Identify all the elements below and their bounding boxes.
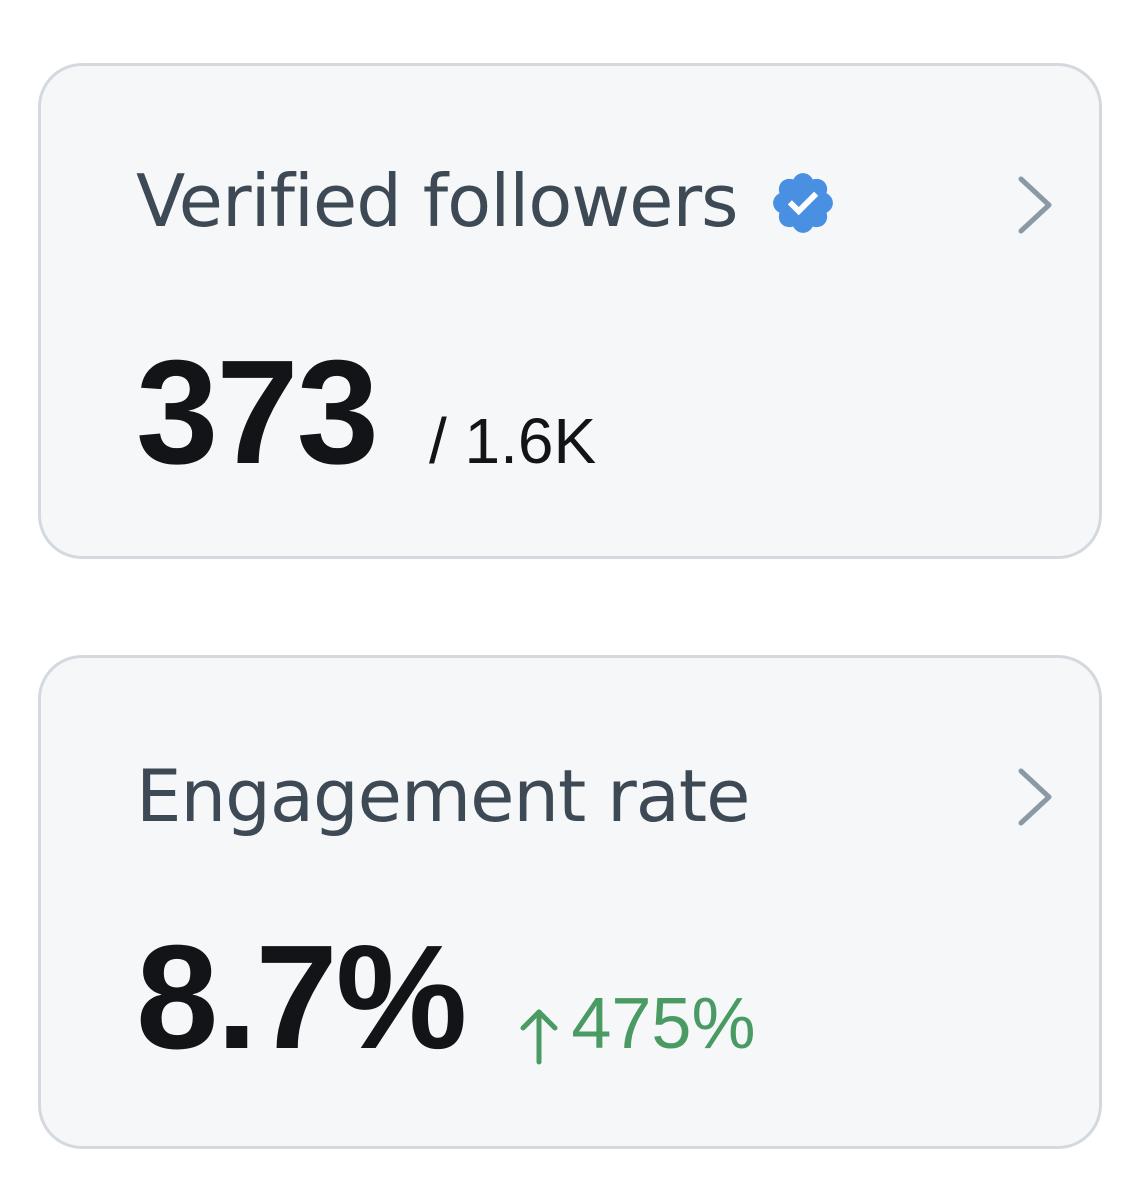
verified-followers-count: 373 (136, 330, 379, 495)
arrow-up-icon (520, 1009, 558, 1065)
card-title: Verified followers (136, 159, 739, 243)
total-followers-count: / 1.6K (428, 405, 597, 477)
chevron-right-icon[interactable] (1015, 765, 1055, 829)
engagement-change-value: 475% (571, 984, 756, 1064)
verified-followers-card[interactable]: Verified followers 373 / 1.6K (38, 63, 1102, 559)
chevron-right-icon[interactable] (1015, 173, 1055, 237)
engagement-rate-values: 8.7% 475% (136, 913, 756, 1083)
verified-followers-values: 373 / 1.6K (136, 328, 596, 498)
verified-followers-header: Verified followers (136, 159, 838, 243)
verified-badge-icon (772, 173, 833, 233)
card-title: Engagement rate (136, 754, 750, 838)
engagement-rate-card[interactable]: Engagement rate 8.7% 475% (38, 655, 1102, 1149)
engagement-change: 475% (517, 983, 756, 1065)
engagement-rate-value: 8.7% (136, 915, 467, 1080)
engagement-rate-header: Engagement rate (136, 754, 750, 838)
